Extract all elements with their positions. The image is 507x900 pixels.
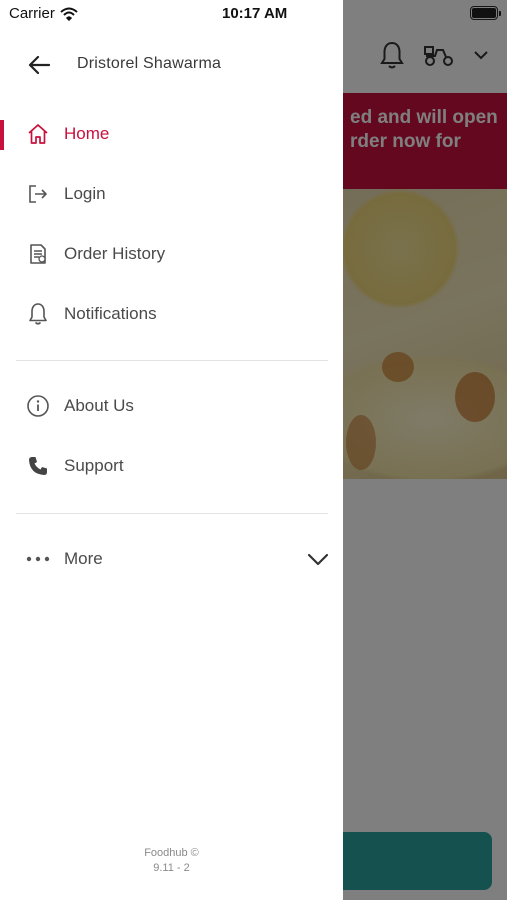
- back-button[interactable]: [24, 50, 54, 80]
- menu-item-notifications[interactable]: Notifications: [0, 290, 343, 338]
- menu-divider: [16, 360, 328, 361]
- status-time: 10:17 AM: [222, 5, 288, 22]
- menu-item-label: Order History: [64, 244, 166, 263]
- carrier-label: Carrier: [9, 5, 55, 22]
- store-name: Dristorel Shawarma: [77, 55, 222, 72]
- menu-item-about-us[interactable]: About Us: [0, 382, 343, 430]
- menu-item-label: About Us: [64, 396, 134, 415]
- menu-item-label: Home: [64, 124, 110, 143]
- menu-item-order-history[interactable]: Order History: [0, 230, 343, 278]
- menu-divider: [16, 513, 328, 514]
- footer-brand: Foodhub ©: [144, 847, 199, 859]
- active-indicator: [0, 120, 4, 150]
- chevron-down-icon: [307, 553, 329, 566]
- drawer-header: Dristorel Shawarma: [0, 44, 343, 84]
- menu-item-support[interactable]: Support: [0, 442, 343, 490]
- wifi-icon: [60, 7, 78, 21]
- menu-item-label: Support: [64, 456, 124, 475]
- footer-version: 9.11 - 2: [153, 862, 190, 874]
- side-drawer: Carrier 10:17 AM Dristorel Shawarma Home: [0, 0, 343, 900]
- menu-item-label: Login: [64, 184, 106, 203]
- menu-item-login[interactable]: Login: [0, 170, 343, 218]
- home-icon: [25, 121, 51, 147]
- menu-item-label: More: [64, 549, 103, 568]
- bell-icon: [25, 301, 51, 327]
- info-icon: [25, 393, 51, 419]
- ellipsis-icon: [25, 546, 51, 572]
- menu-item-more[interactable]: More: [0, 535, 343, 583]
- arrow-left-icon: [28, 55, 50, 75]
- status-carrier: Carrier: [9, 5, 78, 22]
- phone-icon: [25, 453, 51, 479]
- menu-item-home[interactable]: Home: [0, 110, 343, 158]
- menu-item-label: Notifications: [64, 304, 157, 323]
- login-icon: [25, 181, 51, 207]
- order-history-icon: [25, 241, 51, 267]
- app-footer: Foodhub © 9.11 - 2: [0, 846, 343, 876]
